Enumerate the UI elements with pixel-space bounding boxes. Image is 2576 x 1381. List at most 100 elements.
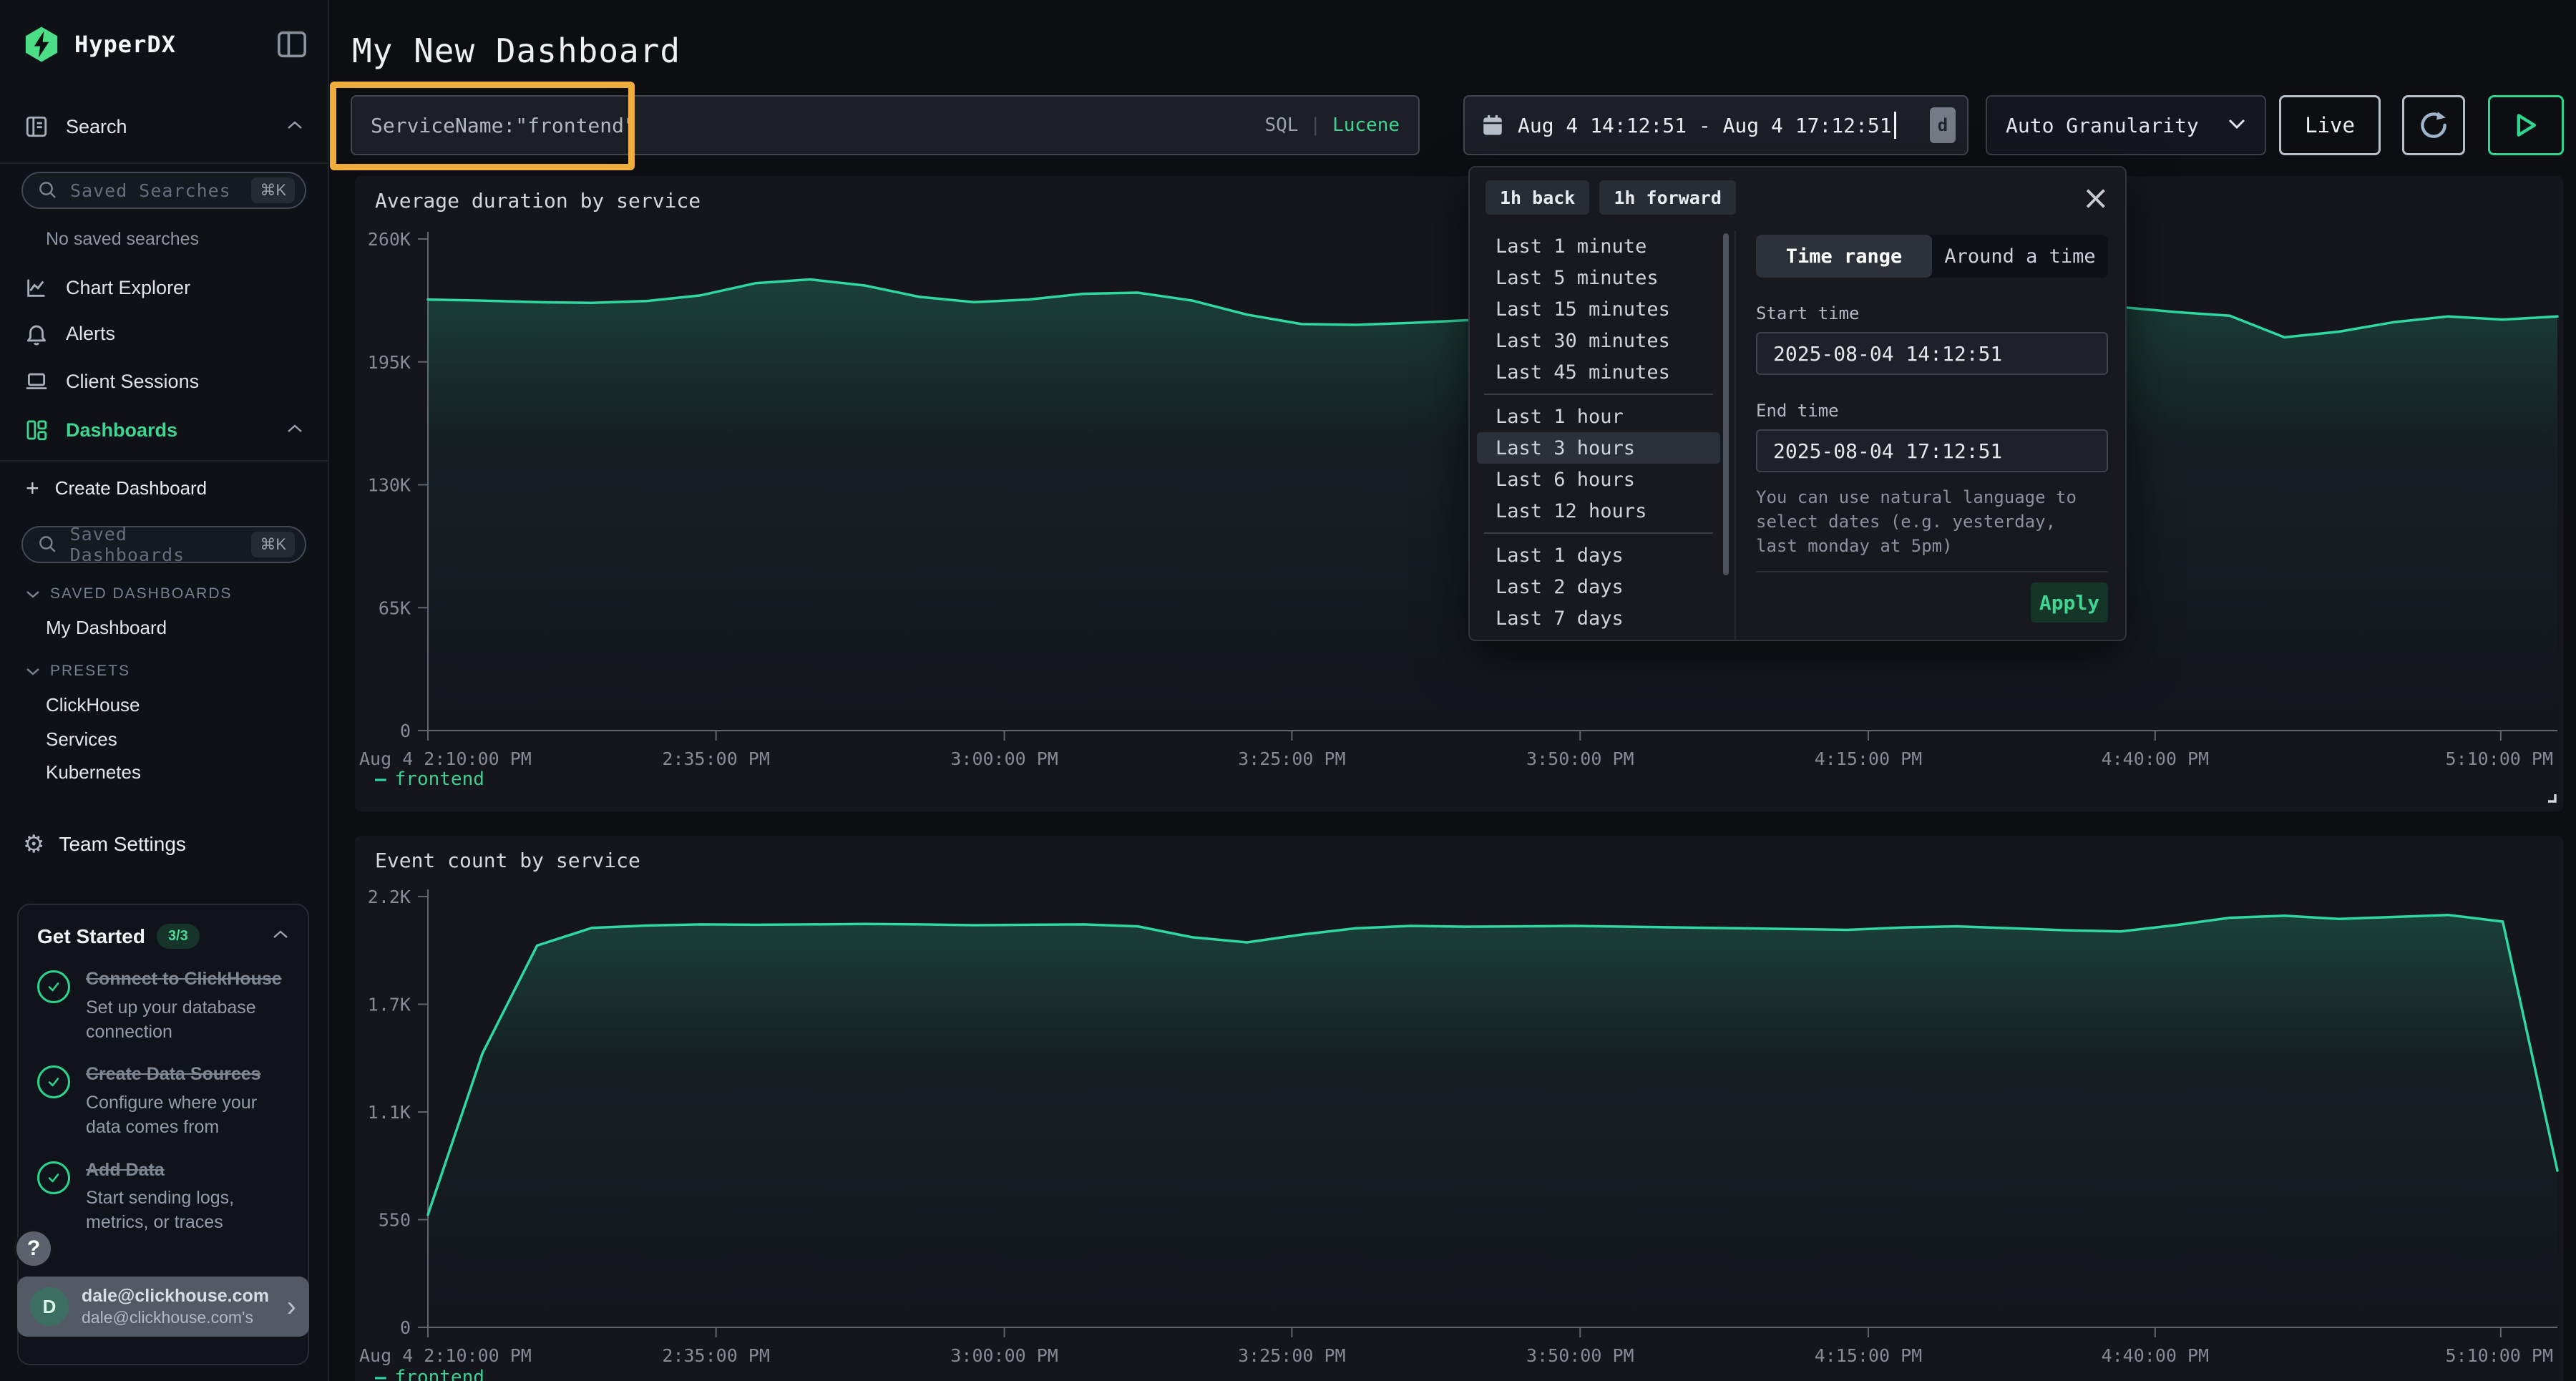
svg-text:130K: 130K [368,475,411,496]
dashboard-link-my-dashboard[interactable]: My Dashboard [46,612,313,643]
tab-time-range[interactable]: Time range [1756,235,1932,278]
natural-language-hint: You can use natural language to select d… [1756,485,2108,558]
get-started-step-connect[interactable]: Connect to ClickHouse Set up your databa… [37,967,289,1044]
svg-text:5:10:00 PM: 5:10:00 PM [2445,748,2553,769]
panel-resize-handle[interactable] [2542,788,2557,807]
range-option[interactable]: Last 30 minutes [1477,325,1720,356]
preset-link-services[interactable]: Services [46,723,313,755]
user-menu[interactable]: D dale@clickhouse.com dale@clickhouse.co… [17,1277,309,1337]
shift-back-button[interactable]: 1h back [1485,180,1589,215]
saved-searches-input[interactable]: Saved Searches ⌘K [21,172,306,209]
chart-legend: — frontend [375,1367,484,1381]
close-icon[interactable]: × [2082,181,2109,214]
time-picker-tabs: Time range Around a time [1756,235,2108,278]
time-range-input[interactable]: Aug 4 14:12:51 - Aug 4 17:12:51 d [1463,95,1968,155]
range-option[interactable]: Last 1 hour [1477,401,1720,432]
sidebar-item-dashboards[interactable]: Dashboards [0,407,328,453]
duration-shortcut-badge: d [1930,107,1956,143]
chevron-down-icon [26,667,40,675]
range-option[interactable]: Last 45 minutes [1477,356,1720,388]
live-button[interactable]: Live [2279,95,2381,155]
svg-text:2.2K: 2.2K [368,887,411,907]
range-option[interactable]: Last 14 days [1477,634,1720,640]
saved-dashboards-input[interactable]: Saved Dashboards ⌘K [21,526,306,563]
step-description: Configure where your data comes from [86,1091,289,1140]
check-circle-icon [37,1065,70,1098]
svg-text:3:25:00 PM: 3:25:00 PM [1238,1345,1346,1366]
sidebar-item-client-sessions[interactable]: Client Sessions [0,358,328,404]
create-dashboard-button[interactable]: + Create Dashboard [0,469,328,507]
sql-mode-button[interactable]: SQL [1264,114,1298,136]
legend-line-swatch: — [375,1367,386,1381]
chevron-up-icon [272,929,289,943]
check-circle-icon [37,1161,70,1194]
get-started-step-sources[interactable]: Create Data Sources Configure where your… [37,1063,289,1139]
lucene-mode-button[interactable]: Lucene [1332,114,1400,136]
hyperdx-app: HyperDX Search Saved Searches ⌘K No save… [0,0,2576,1381]
chart-explorer-icon [24,275,49,300]
svg-text:550: 550 [379,1210,411,1231]
list-scrollbar[interactable] [1723,233,1729,575]
sidebar-item-label: Chart Explorer [66,277,190,299]
preset-label: ClickHouse [46,694,140,716]
svg-text:3:25:00 PM: 3:25:00 PM [1238,748,1346,769]
saved-dashboards-placeholder: Saved Dashboards [70,524,252,565]
range-option[interactable]: Last 6 hours [1477,464,1720,495]
refresh-button[interactable] [2402,95,2465,155]
svg-text:2:35:00 PM: 2:35:00 PM [662,748,770,769]
granularity-value: Auto Granularity [2006,114,2199,137]
range-option[interactable]: Last 1 days [1477,540,1720,571]
chart-title: Average duration by service [375,189,701,213]
divider [1484,532,1713,534]
plus-icon: + [26,477,39,499]
get-started-progress-badge: 3/3 [157,924,200,949]
query-language-toggle: SQL | Lucene [1264,114,1400,136]
sidebar-item-team-settings[interactable]: ⚙ Team Settings [0,823,328,866]
saved-dashboards-group-header[interactable]: SAVED DASHBOARDS [26,582,306,606]
laptop-icon [24,369,49,394]
app-name: HyperDX [74,31,176,58]
chart-panel-average-duration: Average duration by service 065K130K195K… [355,176,2563,811]
apply-button[interactable]: Apply [2031,582,2108,623]
divider [1484,394,1713,395]
search-query-input[interactable]: ServiceName:"frontend" SQL | Lucene [351,95,1420,155]
play-button[interactable] [2488,95,2564,155]
range-option-selected[interactable]: Last 3 hours [1477,432,1720,464]
svg-text:4:15:00 PM: 4:15:00 PM [1815,748,1923,769]
legend-series-name: frontend [395,1367,484,1381]
time-picker-popover: 1h back 1h forward × Last 1 minute Last … [1468,166,2127,641]
range-option[interactable]: Last 5 minutes [1477,262,1720,293]
presets-group-header[interactable]: PRESETS [26,659,306,683]
start-time-input[interactable]: 2025-08-04 14:12:51 [1756,332,2108,375]
preset-link-clickhouse[interactable]: ClickHouse [46,689,313,721]
duration-line-chart: 065K130K195K260KAug 4 2:10:00 PM2:35:00 … [355,176,2563,811]
search-section-icon [24,114,49,139]
get-started-header[interactable]: Get Started 3/3 [37,924,289,949]
granularity-select[interactable]: Auto Granularity [1986,95,2266,155]
shift-forward-button[interactable]: 1h forward [1599,180,1736,215]
sidebar-item-label: Dashboards [66,419,177,441]
sidebar-item-label: Search [66,116,127,138]
range-option[interactable]: Last 12 hours [1477,495,1720,527]
sidebar-item-search[interactable]: Search [0,109,328,145]
check-circle-icon [37,970,70,1003]
chevron-down-icon [2228,118,2246,133]
sidebar-item-alerts[interactable]: Alerts [0,311,328,356]
range-option[interactable]: Last 1 minute [1477,230,1720,262]
chevron-down-icon [26,590,40,598]
preset-link-kubernetes[interactable]: Kubernetes [46,756,313,788]
sidebar-collapse-icon[interactable] [275,29,309,60]
range-option[interactable]: Last 2 days [1477,571,1720,602]
get-started-step-add-data[interactable]: Add Data Start sending logs, metrics, or… [37,1158,289,1235]
dashboards-icon [24,418,49,442]
group-header-label: PRESETS [50,663,130,680]
end-time-input[interactable]: 2025-08-04 17:12:51 [1756,429,2108,472]
help-button[interactable]: ? [14,1229,53,1268]
range-option[interactable]: Last 15 minutes [1477,293,1720,325]
range-option[interactable]: Last 7 days [1477,602,1720,634]
svg-text:65K: 65K [379,597,411,618]
sidebar-item-chart-explorer[interactable]: Chart Explorer [0,265,328,311]
step-title: Create Data Sources [86,1063,289,1087]
refresh-icon [2418,109,2449,141]
tab-around-a-time[interactable]: Around a time [1932,235,2108,278]
